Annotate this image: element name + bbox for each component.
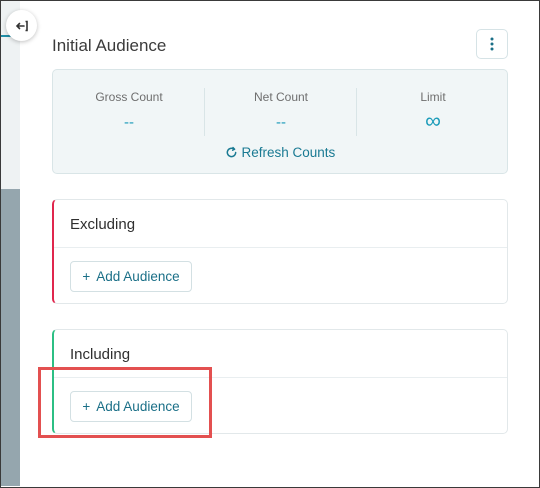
kebab-vertical-icon [490, 37, 494, 51]
limit-value: ∞ [425, 108, 441, 133]
excluding-section: Excluding + Add Audience [52, 199, 508, 304]
refresh-counts-label: Refresh Counts [241, 144, 336, 160]
highlight-box [38, 367, 212, 438]
add-excluding-audience-button[interactable]: + Add Audience [70, 261, 192, 292]
audience-counts-card: Gross Count -- Net Count -- Limit ∞ Refr… [52, 69, 508, 174]
refresh-counts-link[interactable]: Refresh Counts [53, 144, 507, 160]
collapse-left-icon [15, 20, 28, 31]
refresh-icon [226, 146, 237, 158]
limit: Limit ∞ [357, 70, 509, 140]
gross-count-value: -- [124, 114, 134, 131]
excluding-title: Excluding [70, 216, 136, 233]
section-divider [54, 247, 507, 248]
more-options-button[interactable] [476, 29, 508, 59]
net-count-value: -- [276, 114, 286, 131]
left-sidebar-strip [1, 1, 20, 486]
gross-count: Gross Count -- [53, 70, 205, 140]
limit-label: Limit [420, 90, 446, 104]
including-title: Including [70, 346, 131, 363]
net-count: Net Count -- [205, 70, 357, 140]
net-count-label: Net Count [253, 90, 309, 104]
collapse-panel-button[interactable] [6, 10, 37, 41]
gross-count-label: Gross Count [95, 90, 163, 104]
plus-icon: + [82, 269, 91, 284]
add-audience-label: Add Audience [96, 269, 180, 284]
panel-title: Initial Audience [52, 36, 167, 55]
